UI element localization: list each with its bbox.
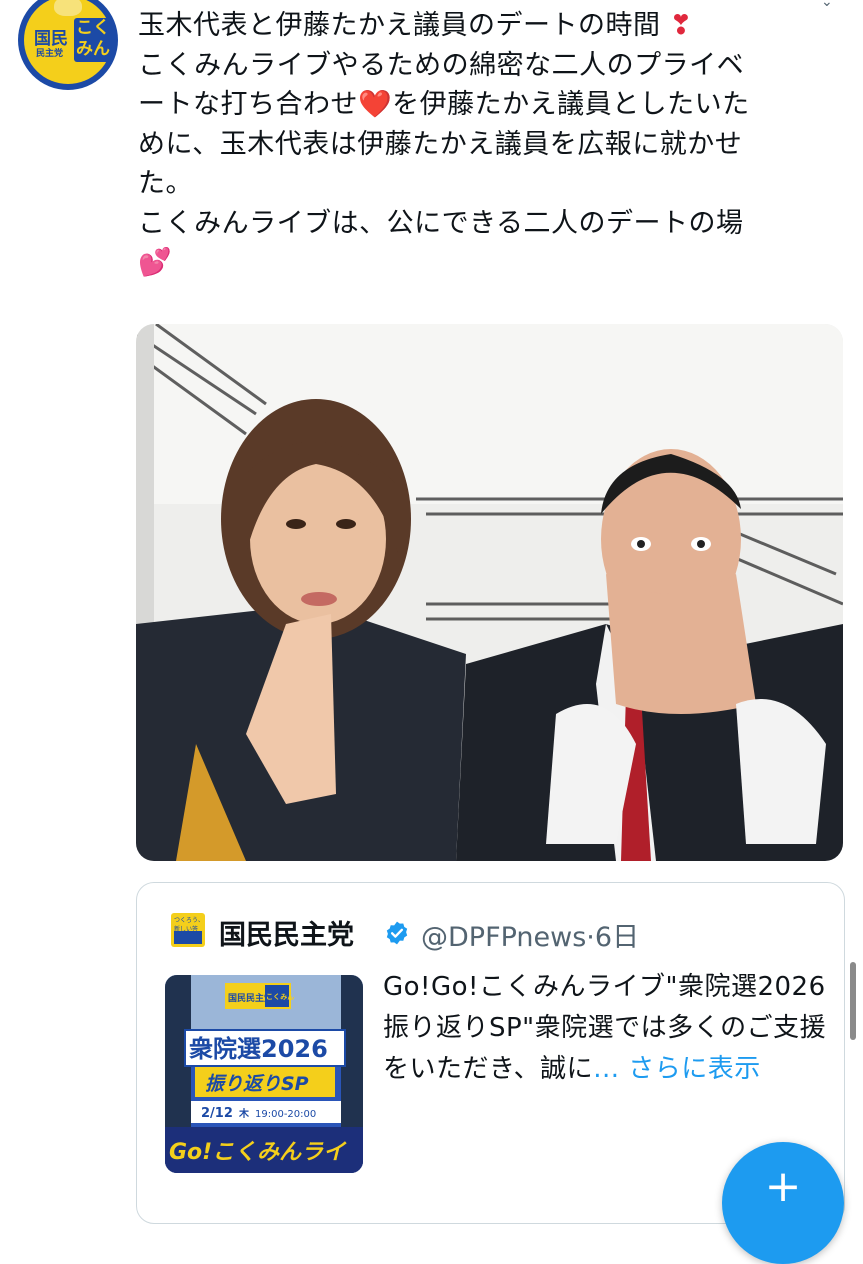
tweet-line: た。 (138, 168, 193, 199)
avatar[interactable]: 国民 民主党 こくみん (18, 0, 118, 90)
thumb-title1: 衆院選2026 (189, 1035, 328, 1063)
meta-separator: · (586, 922, 595, 953)
thumb-badge2: こくみん (266, 993, 294, 1001)
red-heart-emoji: ❤️ (358, 89, 393, 120)
photo-illustration (136, 324, 843, 861)
scrollbar[interactable] (850, 962, 856, 1040)
thumb-date: 2/12 (201, 1106, 233, 1121)
plus-icon: + (764, 1161, 802, 1212)
compose-button[interactable]: + (722, 1142, 844, 1264)
quoted-ellipsis: ... (593, 1054, 629, 1084)
two-hearts-emoji: 💕 (138, 247, 173, 278)
tweet-line: こくみんライブやるための綿密な二人のプライベ (138, 49, 745, 81)
tweet-line: めに、玉木代表は伊藤たかえ議員を広報に就かせ (138, 128, 743, 160)
heart-exclamation-emoji: ❣ (669, 10, 693, 41)
quoted-thumbnail[interactable]: 国民民主党 こくみん 衆院選2026 振り返りSP 2/12 木 19:00-2… (165, 975, 363, 1173)
tweet-line: 玉木代表と伊藤たかえ議員のデートの時間 (138, 10, 661, 41)
thumb-title2: 振り返りSP (205, 1073, 309, 1095)
quoted-handle[interactable]: @DPFPnews (421, 922, 586, 953)
quoted-time[interactable]: 6日 (595, 922, 639, 953)
show-more-link[interactable]: さらに表示 (628, 1054, 761, 1084)
quoted-text: Go!Go!こくみんライブ"衆院選2026 振り返りSP"衆院選では多くのご支援… (383, 967, 833, 1090)
thumbnail-illustration: 国民民主党 こくみん 衆院選2026 振り返りSP 2/12 木 19:00-2… (165, 975, 363, 1173)
avatar-show-label: こくみん (74, 18, 112, 62)
quoted-avatar[interactable]: つくろう、新しい答え。 (171, 913, 205, 947)
avatar-party-small: 民主党 (36, 49, 64, 59)
quoted-meta: @DPFPnews·6日 (421, 915, 639, 954)
tweet-line: ートな打ち合わせ (138, 89, 358, 120)
quoted-avatar-stripe (174, 931, 202, 944)
quoted-author-name[interactable]: 国民民主党 (219, 913, 354, 952)
mascot-icon (54, 0, 82, 16)
thumb-time: 19:00-20:00 (255, 1109, 316, 1120)
thumb-weekday: 木 (238, 1107, 250, 1120)
tweet-line: こくみんライブは、公にできる二人のデートの場 (138, 207, 744, 239)
tweet-photo[interactable] (136, 324, 843, 861)
verified-badge-icon (386, 921, 408, 945)
tweet-line: を伊藤たかえ議員としたいた (392, 89, 750, 120)
tweet-text: 玉木代表と伊藤たかえ議員のデートの時間 ❣ こくみんライブやるための綿密な二人の… (138, 6, 848, 283)
thumb-footer: Go!こくみんライ (169, 1140, 347, 1165)
